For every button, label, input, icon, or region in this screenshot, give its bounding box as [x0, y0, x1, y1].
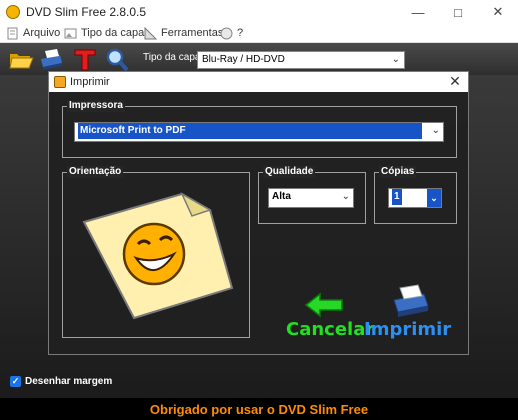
quality-group-label: Qualidade	[263, 166, 316, 178]
maximize-button[interactable]: □	[438, 0, 478, 24]
cover-type-value: Blu-Ray / HD-DVD	[202, 54, 285, 65]
chevron-down-icon: ⌄	[427, 189, 441, 207]
open-folder-icon[interactable]	[8, 47, 34, 73]
window-title: DVD Slim Free 2.8.0.5	[26, 5, 147, 19]
title-bar: DVD Slim Free 2.8.0.5 — □ ✕	[0, 0, 518, 24]
close-button[interactable]: ✕	[478, 0, 518, 24]
chevron-down-icon: ⌄	[341, 191, 350, 202]
ruler-icon	[144, 26, 157, 39]
dialog-title: Imprimir	[70, 76, 110, 88]
menu-label: Tipo da capa	[81, 27, 145, 39]
printer-icon[interactable]	[38, 47, 64, 73]
menu-arquivo[interactable]: Arquivo	[6, 25, 60, 41]
cover-type-label: Tipo da capa	[143, 52, 201, 63]
orientation-group-label: Orientação	[67, 166, 124, 178]
print-button[interactable]: Imprimir	[364, 319, 451, 340]
cancel-button[interactable]: Cancelar	[286, 319, 374, 340]
copies-select[interactable]: 1 ⌄	[388, 188, 442, 208]
maximize-icon: □	[454, 4, 462, 20]
footer-message: Obrigado por usar o DVD Slim Free	[149, 401, 369, 417]
checkbox-checked-icon[interactable]: ✓	[10, 376, 21, 387]
minimize-button[interactable]: —	[398, 0, 438, 24]
chevron-down-icon: ⌄	[431, 125, 440, 136]
chevron-down-icon: ⌄	[391, 54, 400, 65]
menu-bar: Arquivo Tipo da capa Ferramentas ?	[0, 24, 518, 43]
menu-tipo-da-capa[interactable]: Tipo da capa	[64, 25, 144, 41]
copies-group-label: Cópias	[379, 166, 417, 178]
menu-label: ?	[237, 27, 244, 39]
close-icon: ✕	[492, 4, 504, 19]
menu-ferramentas[interactable]: Ferramentas	[144, 25, 223, 41]
dialog-app-icon	[54, 76, 66, 88]
app-icon	[6, 5, 20, 19]
zoom-icon[interactable]	[104, 47, 130, 73]
back-arrow-icon[interactable]	[304, 292, 344, 318]
menu-label: Arquivo	[23, 27, 61, 39]
cover-type-select[interactable]: Blu-Ray / HD-DVD ⌄	[197, 51, 405, 69]
draw-margin-option[interactable]: ✓ Desenhar margem	[10, 376, 112, 387]
quality-select[interactable]: Alta ⌄	[268, 188, 354, 208]
portrait-page-smiley-icon[interactable]	[82, 192, 234, 320]
printer-group-label: Impressora	[67, 100, 125, 112]
text-tool-icon[interactable]	[72, 47, 98, 73]
dialog-title-bar: Imprimir ✕	[49, 72, 468, 92]
draw-margin-label: Desenhar margem	[25, 376, 113, 387]
document-icon	[7, 27, 18, 39]
image-icon	[64, 28, 77, 38]
printer-value: Microsoft Print to PDF	[78, 123, 422, 139]
dialog-close-icon[interactable]: ✕	[446, 73, 464, 90]
printer-icon[interactable]	[388, 284, 432, 320]
footer-bar: Obrigado por usar o DVD Slim Free	[0, 398, 518, 420]
printer-select[interactable]: Microsoft Print to PDF ⌄	[74, 122, 444, 142]
help-icon	[220, 27, 233, 39]
minimize-icon: —	[411, 4, 425, 20]
quality-value: Alta	[272, 191, 291, 202]
menu-help[interactable]: ?	[220, 25, 243, 41]
copies-value: 1	[392, 189, 402, 205]
menu-label: Ferramentas	[161, 27, 224, 39]
